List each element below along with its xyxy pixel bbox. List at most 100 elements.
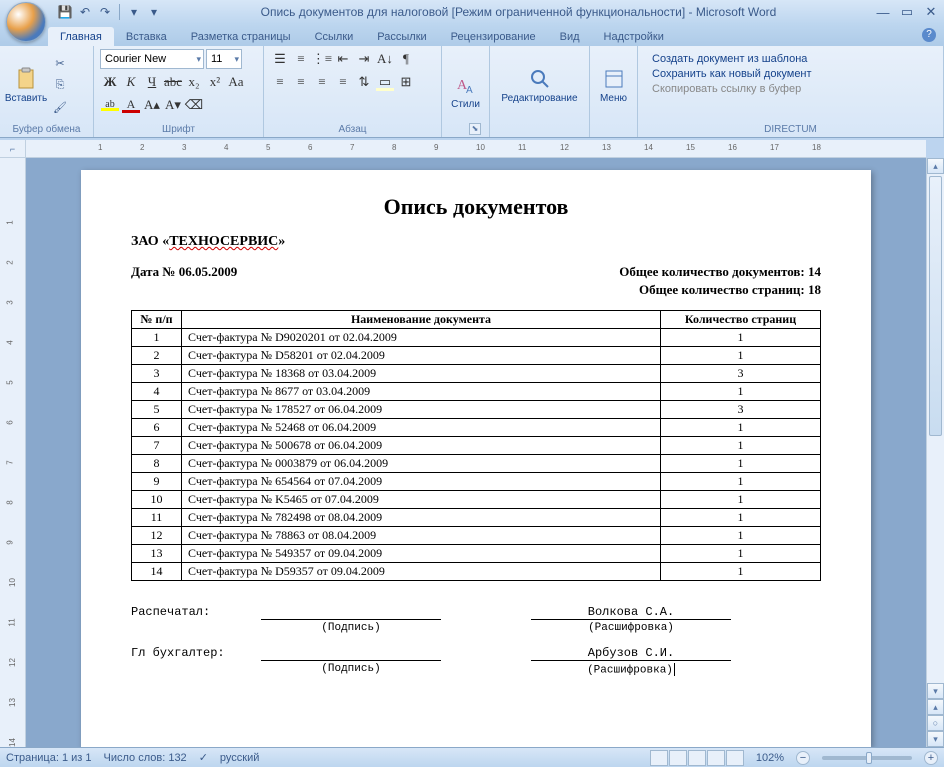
view-full-screen[interactable] bbox=[669, 750, 687, 766]
total-pages: Общее количество страниц: 18 bbox=[639, 282, 821, 298]
underline-button[interactable]: Ч bbox=[142, 72, 162, 92]
close-button[interactable]: ✕ bbox=[922, 3, 940, 21]
document-viewport[interactable]: Опись документов ЗАО «ТЕХНОСЕРВИС» Дата … bbox=[26, 158, 926, 747]
scroll-thumb[interactable] bbox=[929, 176, 942, 436]
table-row: 14Счет-фактура № D59357 от 09.04.20091 bbox=[132, 563, 821, 581]
vertical-ruler[interactable]: 1234567891011121314 bbox=[0, 158, 26, 747]
documents-table: № п/п Наименование документа Количество … bbox=[131, 310, 821, 581]
horizontal-ruler[interactable]: 123456789101112131415161718 bbox=[26, 140, 926, 158]
company-line: ЗАО «ТЕХНОСЕРВИС» bbox=[131, 234, 821, 250]
minimize-button[interactable]: — bbox=[874, 3, 892, 21]
numbering-button[interactable]: ≡ bbox=[291, 49, 311, 69]
justify-button[interactable]: ≡ bbox=[333, 72, 353, 92]
qat-custom-2[interactable]: ▾ bbox=[145, 3, 163, 21]
ribbon-tabs: Главная Вставка Разметка страницы Ссылки… bbox=[0, 24, 944, 46]
document-page[interactable]: Опись документов ЗАО «ТЕХНОСЕРВИС» Дата … bbox=[81, 170, 871, 747]
multilevel-button[interactable]: ⋮≡ bbox=[312, 49, 332, 69]
strike-button[interactable]: abc bbox=[163, 72, 183, 92]
styles-dialog-launcher[interactable]: ⬊ bbox=[469, 123, 481, 135]
table-row: 8Счет-фактура № 0003879 от 06.04.20091 bbox=[132, 455, 821, 473]
zoom-out-button[interactable]: − bbox=[796, 751, 810, 765]
zoom-level[interactable]: 102% bbox=[756, 752, 784, 764]
table-row: 3Счет-фактура № 18368 от 03.04.20093 bbox=[132, 365, 821, 383]
printed-by-label: Распечатал: bbox=[131, 605, 261, 620]
maximize-button[interactable]: ▭ bbox=[898, 3, 916, 21]
bold-button[interactable]: Ж bbox=[100, 72, 120, 92]
highlight-button[interactable]: ab bbox=[100, 95, 120, 115]
view-draft[interactable] bbox=[726, 750, 744, 766]
qat-custom-1[interactable]: ▾ bbox=[125, 3, 143, 21]
font-name-combo[interactable]: Courier New bbox=[100, 49, 204, 69]
signature-sub-2: (Подпись) bbox=[261, 663, 441, 676]
view-outline[interactable] bbox=[707, 750, 725, 766]
view-print-layout[interactable] bbox=[650, 750, 668, 766]
tab-page-layout[interactable]: Разметка страницы bbox=[179, 27, 303, 46]
scroll-down-button[interactable]: ▾ bbox=[927, 683, 944, 699]
superscript-button[interactable]: x² bbox=[205, 72, 225, 92]
clear-format-button[interactable]: ⌫ bbox=[184, 95, 204, 115]
copy-icon[interactable]: ⎘ bbox=[50, 76, 70, 96]
status-language[interactable]: русский bbox=[220, 752, 259, 764]
help-icon[interactable]: ? bbox=[922, 28, 936, 42]
prev-page-button[interactable]: ▴ bbox=[927, 699, 944, 715]
tab-mailings[interactable]: Рассылки bbox=[365, 27, 438, 46]
indent-decrease-button[interactable]: ⇤ bbox=[333, 49, 353, 69]
tab-view[interactable]: Вид bbox=[548, 27, 592, 46]
editing-button[interactable]: Редактирование bbox=[496, 49, 583, 122]
bullets-button[interactable]: ☰ bbox=[270, 49, 290, 69]
browse-object-button[interactable]: ○ bbox=[927, 715, 944, 731]
directum-save-as-new[interactable]: Сохранить как новый документ bbox=[652, 68, 812, 80]
cut-icon[interactable]: ✂ bbox=[50, 54, 70, 74]
spellcheck-icon[interactable]: ✓ bbox=[199, 751, 208, 764]
tab-references[interactable]: Ссылки bbox=[303, 27, 366, 46]
tab-review[interactable]: Рецензирование bbox=[439, 27, 548, 46]
change-case-button[interactable]: Aa bbox=[226, 72, 246, 92]
undo-icon[interactable]: ↶ bbox=[76, 3, 94, 21]
table-row: 5Счет-фактура № 178527 от 06.04.20093 bbox=[132, 401, 821, 419]
quick-access-toolbar: 💾 ↶ ↷ ▾ ▾ bbox=[56, 3, 163, 21]
col-number: № п/п bbox=[132, 311, 182, 329]
table-row: 9Счет-фактура № 654564 от 07.04.20091 bbox=[132, 473, 821, 491]
grow-font-button[interactable]: A▴ bbox=[142, 95, 162, 115]
qat-divider bbox=[119, 4, 120, 20]
italic-button[interactable]: К bbox=[121, 72, 141, 92]
shading-button[interactable]: ▭ bbox=[375, 72, 395, 92]
font-size-combo[interactable]: 11 bbox=[206, 49, 242, 69]
signature-field-2 bbox=[261, 646, 441, 661]
menu-button[interactable]: Меню bbox=[596, 49, 631, 122]
ribbon: Вставить ✂ ⎘ 🖌 Буфер обмена Courier New … bbox=[0, 46, 944, 138]
status-words[interactable]: Число слов: 132 bbox=[104, 752, 187, 764]
signature-field-1 bbox=[261, 605, 441, 620]
styles-button[interactable]: AAСтили bbox=[448, 49, 483, 133]
show-marks-button[interactable]: ¶ bbox=[396, 49, 416, 69]
tab-addins[interactable]: Надстройки bbox=[592, 27, 676, 46]
subscript-button[interactable]: x₂ bbox=[184, 72, 204, 92]
office-button[interactable] bbox=[6, 2, 46, 42]
align-left-button[interactable]: ≡ bbox=[270, 72, 290, 92]
directum-copy-link[interactable]: Скопировать ссылку в буфер bbox=[652, 83, 812, 95]
zoom-slider[interactable] bbox=[822, 756, 912, 760]
view-web-layout[interactable] bbox=[688, 750, 706, 766]
next-page-button[interactable]: ▾ bbox=[927, 731, 944, 747]
zoom-thumb[interactable] bbox=[866, 752, 872, 764]
paste-button[interactable]: Вставить bbox=[6, 49, 46, 122]
directum-create-from-template[interactable]: Создать документ из шаблона bbox=[652, 53, 812, 65]
format-painter-icon[interactable]: 🖌 bbox=[50, 98, 70, 118]
redo-icon[interactable]: ↷ bbox=[96, 3, 114, 21]
indent-increase-button[interactable]: ⇥ bbox=[354, 49, 374, 69]
align-right-button[interactable]: ≡ bbox=[312, 72, 332, 92]
font-color-button[interactable]: A bbox=[121, 95, 141, 115]
sort-button[interactable]: A↓ bbox=[375, 49, 395, 69]
shrink-font-button[interactable]: A▾ bbox=[163, 95, 183, 115]
vertical-scrollbar[interactable]: ▴ ▾ ▴ ○ ▾ bbox=[926, 158, 944, 747]
status-page[interactable]: Страница: 1 из 1 bbox=[6, 752, 92, 764]
zoom-in-button[interactable]: + bbox=[924, 751, 938, 765]
save-icon[interactable]: 💾 bbox=[56, 3, 74, 21]
table-row: 13Счет-фактура № 549357 от 09.04.20091 bbox=[132, 545, 821, 563]
align-center-button[interactable]: ≡ bbox=[291, 72, 311, 92]
line-spacing-button[interactable]: ⇅ bbox=[354, 72, 374, 92]
scroll-up-button[interactable]: ▴ bbox=[927, 158, 944, 174]
tab-insert[interactable]: Вставка bbox=[114, 27, 179, 46]
tab-home[interactable]: Главная bbox=[48, 27, 114, 46]
borders-button[interactable]: ⊞ bbox=[396, 72, 416, 92]
